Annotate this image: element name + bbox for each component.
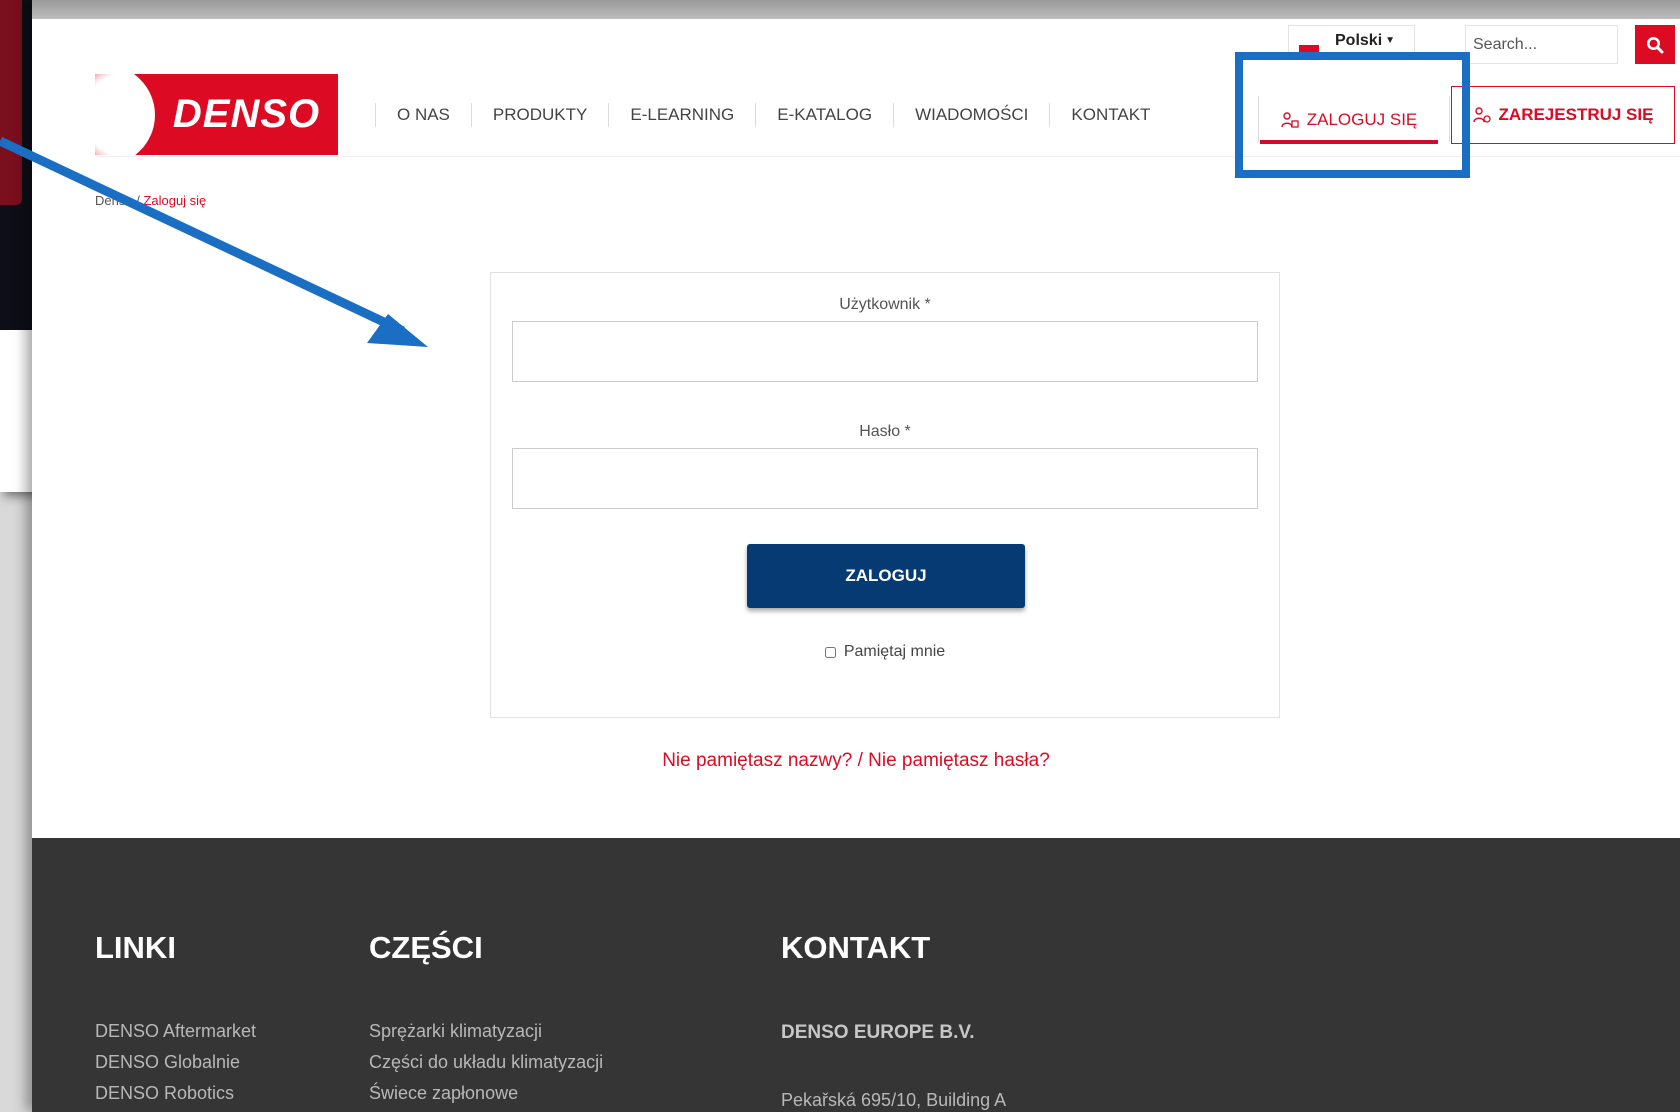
- footer-links-heading: LINKI: [95, 930, 176, 965]
- footer-parts-list: Sprężarki klimatyzacji Części do układu …: [369, 1016, 603, 1109]
- footer-part-link[interactable]: Sprężarki klimatyzacji: [369, 1016, 603, 1047]
- nav-item-wiadomosci[interactable]: WIADOMOŚCI: [894, 100, 1049, 130]
- nav-item-kontakt[interactable]: KONTAKT: [1050, 100, 1171, 130]
- search-icon: [1647, 36, 1664, 53]
- forgot-username-link[interactable]: Nie pamiętasz nazwy?: [662, 750, 852, 771]
- footer-part-link[interactable]: Świece zapłonowe: [369, 1078, 603, 1109]
- contact-address: Pekařská 695/10, Building A: [781, 1090, 1007, 1110]
- remember-me-checkbox[interactable]: [824, 646, 836, 658]
- logo-swoosh-graphic: [95, 74, 155, 155]
- browser-top-strip: [32, 0, 1680, 19]
- main-nav: O NAS PRODUKTY E-LEARNING E-KATALOG WIAD…: [375, 100, 1171, 130]
- breadcrumb-home[interactable]: Denso: [95, 193, 133, 208]
- background-window-red-block: [0, 0, 22, 205]
- search-button[interactable]: [1635, 25, 1675, 64]
- forgot-password-link[interactable]: Nie pamiętasz hasła?: [868, 750, 1050, 771]
- breadcrumb-separator: /: [132, 193, 144, 208]
- footer-link[interactable]: DENSO Aftermarket: [95, 1016, 256, 1047]
- register-label: ZAREJESTRUJ SIĘ: [1498, 105, 1654, 124]
- footer-parts-column: CZĘŚCI Sprężarki klimatyzacji Części do …: [369, 930, 603, 1109]
- logo-text: DENSO: [172, 92, 321, 136]
- login-submit-button[interactable]: ZALOGUJ: [747, 544, 1025, 608]
- nav-item-e-katalog[interactable]: E-KATALOG: [756, 100, 893, 130]
- footer-contact-heading: KONTAKT: [781, 930, 931, 965]
- breadcrumb: Denso / Zaloguj się: [95, 193, 206, 208]
- user-lock-icon: [1281, 112, 1299, 128]
- contact-company: DENSO EUROPE B.V.: [781, 1022, 975, 1043]
- footer-links-column: LINKI DENSO Aftermarket DENSO Globalnie …: [95, 930, 256, 1109]
- user-add-icon: [1472, 107, 1491, 123]
- language-selector[interactable]: Polski ▼: [1288, 25, 1415, 59]
- login-active-underline: [1260, 140, 1438, 144]
- denso-logo[interactable]: DENSO: [95, 74, 338, 155]
- auth-separator: [1449, 96, 1450, 142]
- header-divider: [95, 156, 1680, 157]
- remember-me[interactable]: Pamiętaj mnie: [491, 643, 1279, 661]
- nav-item-produkty[interactable]: PRODUKTY: [472, 100, 608, 130]
- language-label: Polski ▼: [1335, 32, 1395, 50]
- footer-links-list: DENSO Aftermarket DENSO Globalnie DENSO …: [95, 1016, 256, 1109]
- caret-down-icon: ▼: [1385, 35, 1396, 46]
- password-label: Hasło *: [859, 423, 911, 440]
- login-link[interactable]: ZALOGUJ SIĘ: [1260, 97, 1438, 143]
- register-button[interactable]: ZAREJESTRUJ SIĘ: [1451, 86, 1675, 144]
- forgot-links: Nie pamiętasz nazwy? / Nie pamiętasz has…: [32, 750, 1680, 772]
- login-form: Użytkownik * Hasło * ZALOGUJ Pamiętaj mn…: [490, 272, 1280, 718]
- username-input[interactable]: [512, 321, 1258, 382]
- forgot-separator: /: [852, 750, 869, 771]
- footer-parts-heading: CZĘŚCI: [369, 930, 483, 965]
- nav-item-o-nas[interactable]: O NAS: [376, 100, 471, 130]
- remember-me-label: Pamiętaj mnie: [843, 643, 946, 660]
- footer-contact-column: KONTAKT DENSO EUROPE B.V. Pekařská 695/1…: [781, 930, 1006, 1111]
- nav-item-e-learning[interactable]: E-LEARNING: [609, 100, 755, 130]
- login-label: ZALOGUJ SIĘ: [1306, 110, 1418, 129]
- auth-separator: [1258, 96, 1259, 142]
- polish-flag-icon: [1299, 45, 1319, 52]
- breadcrumb-current: Zaloguj się: [143, 193, 207, 208]
- footer-part-link[interactable]: Części do układu klimatyzacji: [369, 1047, 603, 1078]
- footer-link[interactable]: DENSO Robotics: [95, 1078, 256, 1109]
- password-input[interactable]: [512, 448, 1258, 509]
- footer: LINKI DENSO Aftermarket DENSO Globalnie …: [32, 838, 1680, 1112]
- username-label: Użytkownik *: [839, 296, 931, 313]
- search-input[interactable]: [1465, 25, 1618, 64]
- language-value: Polski: [1335, 32, 1383, 49]
- browser-page: DENSO O NAS PRODUKTY E-LEARNING E-KATALO…: [32, 0, 1680, 1112]
- footer-link[interactable]: DENSO Globalnie: [95, 1047, 256, 1078]
